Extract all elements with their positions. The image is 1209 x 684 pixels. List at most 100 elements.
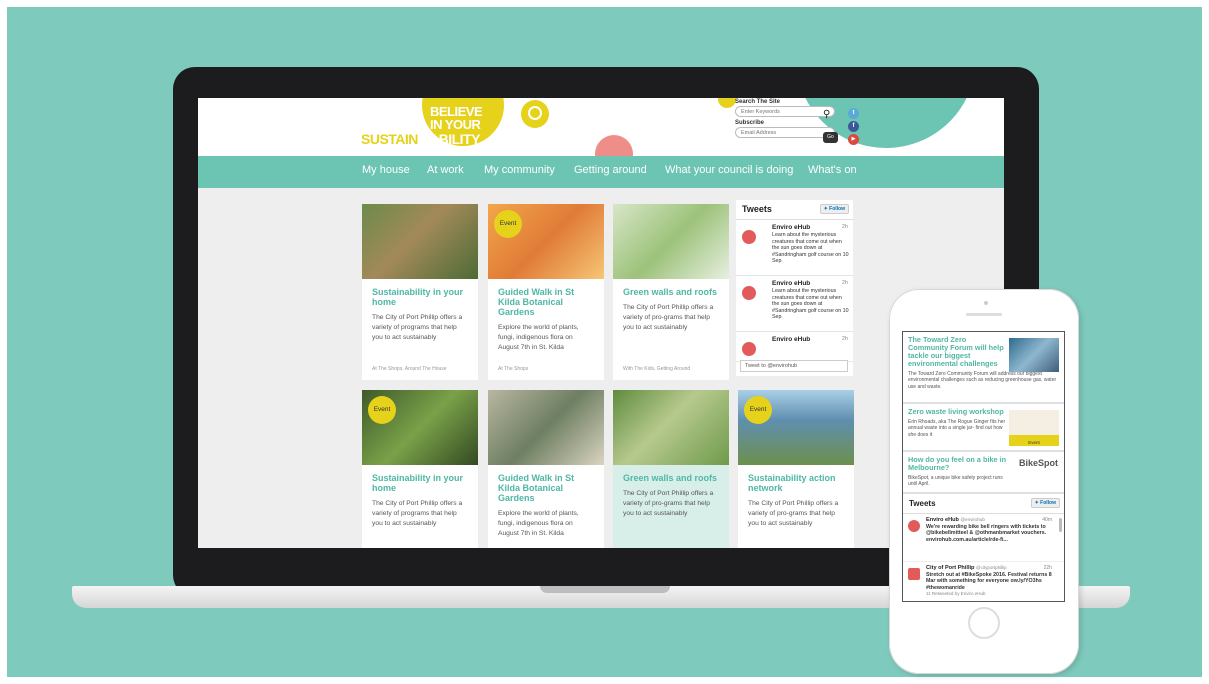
main-nav: My house At work My community Getting ar… <box>198 156 1004 188</box>
tweet-time: 2h <box>841 336 848 342</box>
phone-article-image: Event <box>1009 410 1059 446</box>
twitter-widget: Tweets ✦ Follow Enviro eHub 2h Learn abo… <box>736 200 853 376</box>
search-input[interactable] <box>735 106 835 117</box>
event-badge: Event <box>744 396 772 424</box>
tweet-text: Learn about the mysterious creatures tha… <box>772 232 849 265</box>
subscribe-go-button[interactable]: Go <box>823 132 838 143</box>
card-title[interactable]: Sustainability in your home <box>362 465 478 496</box>
tweets-title: Tweets <box>742 204 772 214</box>
avatar <box>908 520 920 532</box>
tweet[interactable]: Enviro eHub 2h Learn about the mysteriou… <box>736 220 853 276</box>
card[interactable]: Guided Walk in St Kilda Botanical Garden… <box>488 390 604 548</box>
phone-article[interactable]: How do you feel on a bike in Melbourne? … <box>903 452 1064 494</box>
nav-my-house[interactable]: My house <box>362 164 410 176</box>
phone-screen: The Toward Zero Community Forum will hel… <box>902 331 1065 602</box>
phone-article-image <box>1009 338 1059 372</box>
tweet[interactable]: Enviro eHub 2h <box>736 332 853 362</box>
tweets-header: Tweets ✦ Follow <box>736 200 853 220</box>
card-text: The City of Port Phillip offers a variet… <box>623 304 714 331</box>
search-area: Search The Site ⚲ Subscribe Go <box>735 99 865 143</box>
avatar <box>908 568 920 580</box>
card-image <box>613 390 729 465</box>
laptop-notch <box>540 586 670 593</box>
phone-tweets-title: Tweets <box>909 499 936 508</box>
phone-tweet-time: 40m <box>1042 517 1052 523</box>
phone-article[interactable]: Zero waste living workshop Erin Rhoads, … <box>903 404 1064 452</box>
card-tags[interactable]: At The Shops <box>498 366 528 372</box>
phone-tweet-text: Stretch out at #BikeSpoke 2016. Festival… <box>926 572 1052 597</box>
card-image <box>488 390 604 465</box>
phone-event-badge: Event <box>1028 440 1040 445</box>
email-input[interactable] <box>735 127 835 138</box>
tweet-text: Learn about the mysterious creatures tha… <box>772 288 849 321</box>
phone-tweet-text: We're rewarding bike bell ringers with t… <box>926 524 1047 543</box>
phone-article-text: Erin Rhoads, aka The Rogue Ginger fits h… <box>908 419 1006 438</box>
youtube-icon[interactable]: ▶ <box>848 134 859 145</box>
card-text: The City of Port Phillip offers a variet… <box>623 490 714 517</box>
logo-in-your: IN YOUR <box>430 117 481 132</box>
card[interactable]: Green walls and roofs The City of Port P… <box>613 390 729 548</box>
card-title[interactable]: Guided Walk in St Kilda Botanical Garden… <box>488 279 604 320</box>
card-title[interactable]: Sustainability in your home <box>362 279 478 310</box>
card-tags[interactable]: At The Shops, Around The House <box>372 366 447 372</box>
nav-at-work[interactable]: At work <box>427 164 464 176</box>
phone-tweet-author[interactable]: City of Port Phillip @cityportphillip <box>926 565 1007 571</box>
site-header: BELIEVE IN YOUR SUSTAIN ABILITY Search T… <box>198 98 1004 156</box>
phone-tweet[interactable]: City of Port Phillip @cityportphillip 22… <box>903 562 1064 601</box>
follow-label: Follow <box>829 206 845 212</box>
phone-article-text: The Toward Zero Community Forum will add… <box>908 371 1057 390</box>
card-title[interactable]: Green walls and roofs <box>613 465 729 486</box>
nav-my-community[interactable]: My community <box>484 164 555 176</box>
card-tags[interactable]: With The Kids, Getting Around <box>623 366 690 372</box>
card-title[interactable]: Sustainability action network <box>738 465 854 496</box>
tweet-author[interactable]: Enviro eHub <box>772 336 810 343</box>
card[interactable]: Sustainability in your home The City of … <box>362 204 478 380</box>
event-badge: Event <box>494 210 522 238</box>
phone-article-title[interactable]: The Toward Zero Community Forum will hel… <box>908 335 1006 368</box>
avatar <box>742 342 756 356</box>
tweet-time: 2h <box>841 224 848 230</box>
phone-follow-button[interactable]: ✦ Follow <box>1030 498 1060 508</box>
bikespot-logo: BikeSpot <box>1018 458 1058 468</box>
card-text: The City of Port Phillip offers a variet… <box>748 500 839 527</box>
card-title[interactable]: Green walls and roofs <box>613 279 729 300</box>
card-text: Explore the world of plants, fungi, indi… <box>498 510 579 537</box>
nav-whats-on[interactable]: What's on <box>808 164 857 176</box>
phone-home-button[interactable] <box>968 607 1000 639</box>
event-badge: Event <box>368 396 396 424</box>
card[interactable]: Event Guided Walk in St Kilda Botanical … <box>488 204 604 380</box>
phone-article[interactable]: The Toward Zero Community Forum will hel… <box>903 332 1064 404</box>
subscribe-label: Subscribe <box>735 120 765 126</box>
card-image: Event <box>738 390 854 465</box>
card[interactable]: Event Sustainability in your home The Ci… <box>362 390 478 548</box>
facebook-icon[interactable]: f <box>848 121 859 132</box>
phone-tweet[interactable]: Enviro eHub @envirohub 40m We're rewardi… <box>903 514 1064 562</box>
avatar <box>742 286 756 300</box>
phone-scrollbar[interactable] <box>1059 518 1062 532</box>
twitter-icon[interactable]: t <box>848 108 859 119</box>
tweet-author[interactable]: Enviro eHub <box>772 280 810 287</box>
nav-getting-around[interactable]: Getting around <box>574 164 647 176</box>
tweet[interactable]: Enviro eHub 2h Learn about the mysteriou… <box>736 276 853 332</box>
phone-tweet-author[interactable]: Enviro eHub @envirohub <box>926 517 985 523</box>
card[interactable]: Green walls and roofs The City of Port P… <box>613 204 729 380</box>
logo-ability: ABILITY <box>429 131 480 147</box>
card-text: Explore the world of plants, fungi, indi… <box>498 324 579 351</box>
follow-button[interactable]: ✦ Follow <box>819 204 849 214</box>
tweet-time: 2h <box>841 280 848 286</box>
magnifier-icon[interactable]: ⚲ <box>823 109 830 120</box>
card-title[interactable]: Guided Walk in St Kilda Botanical Garden… <box>488 465 604 506</box>
card[interactable]: Event Sustainability action network The … <box>738 390 854 548</box>
tweet-input[interactable]: Tweet to @envirohub <box>740 360 848 372</box>
laptop-screen: BELIEVE IN YOUR SUSTAIN ABILITY Search T… <box>198 98 1004 548</box>
tweet-author[interactable]: Enviro eHub <box>772 224 810 231</box>
logo-sustain: SUSTAIN <box>361 131 418 147</box>
phone-article-title[interactable]: How do you feel on a bike in Melbourne? <box>908 455 1008 472</box>
search-label: Search The Site <box>735 99 781 105</box>
decor-bubble-pink <box>595 135 633 156</box>
phone-camera <box>984 301 988 305</box>
phone-tweet-body: Stretch out at #BikeSpoke 2016. Festival… <box>926 572 1052 591</box>
nav-council[interactable]: What your council is doing <box>665 164 793 176</box>
card-image <box>362 204 478 279</box>
card-image: Event <box>362 390 478 465</box>
